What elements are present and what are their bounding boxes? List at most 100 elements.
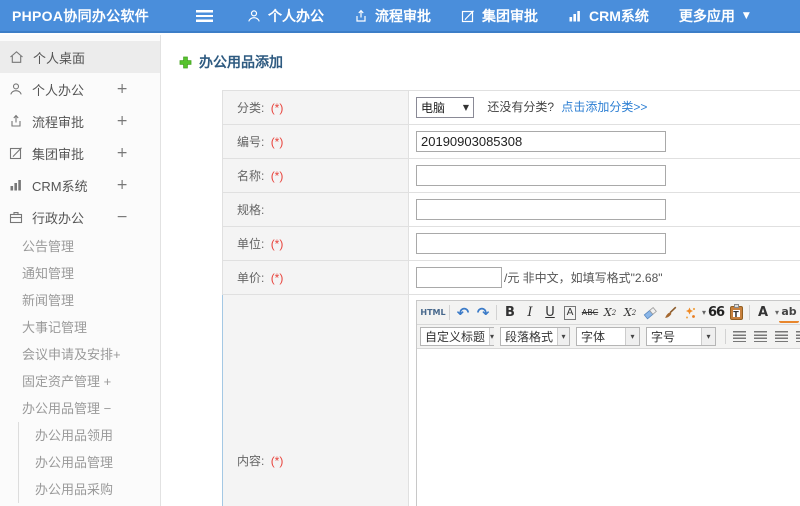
form-row-category: 分类: (*) 电脑 ▼ 还没有分类? 点击添加分类>> [222,90,800,125]
bar-chart-icon [10,180,21,191]
sidebar-item-office-supplies[interactable]: 办公用品管理 − [0,395,160,422]
nav-personal-office[interactable]: 个人办公 [247,6,324,26]
expand-toggle[interactable]: + [116,113,128,129]
field-label: 名称: [237,169,265,183]
toolbar-separator [449,305,450,320]
hamburger-menu-icon[interactable] [196,9,213,22]
chevron-down-icon: ▼ [742,10,750,21]
format-brush-button[interactable] [660,303,680,323]
italic-button[interactable]: I [520,303,540,323]
sidebar-submenu-admin: 公告管理 通知管理 新闻管理 大事记管理 会议申请及安排+ 固定资产管理 + 办… [0,233,160,422]
font-color-button[interactable]: A [753,303,773,323]
sidebar-item-meeting[interactable]: 会议申请及安排+ [0,341,160,368]
sidebar-item-desktop[interactable]: 个人桌面 [0,41,160,73]
sidebar-item-supplies-manage[interactable]: 办公用品管理 [19,449,160,476]
editor-toolbar-row2: 自定义标题 ▾ 段落格式 ▾ 字体 ▾ 字号 ▾ [417,325,800,349]
expand-toggle[interactable]: + [116,81,128,97]
select-value: 字号 [651,330,676,344]
sidebar-item-notice[interactable]: 通知管理 [0,260,160,287]
sidebar-item-label: 集团审批 [32,146,85,162]
remove-format-eraser-button[interactable] [640,303,660,323]
sidebar-item-group-approval[interactable]: 集团审批 + [0,137,160,169]
blockquote-button[interactable]: 66 [706,303,726,323]
required-mark: (*) [270,101,284,115]
select-value: 字体 [581,330,606,344]
underline-button[interactable]: U [540,303,560,323]
toolbar-separator [749,305,751,320]
custom-title-select[interactable]: 自定义标题 ▾ [420,327,495,346]
expand-toggle[interactable]: + [116,177,128,193]
highlight-color-button[interactable]: ab [779,303,800,323]
superscript-button[interactable]: X2 [600,303,620,323]
toolbar-separator [725,329,726,344]
html-source-button[interactable]: HTML [420,303,446,323]
unit-input[interactable] [416,233,666,254]
select-arrow-icon: ▾ [489,328,495,345]
home-icon [10,51,23,63]
sidebar-item-announcement[interactable]: 公告管理 [0,233,160,260]
nav-more-apps[interactable]: 更多应用 ▼ [679,6,750,26]
sidebar-item-label: 行政办公 [32,210,85,226]
subscript-button[interactable]: X2 [620,303,640,323]
workflow-icon [11,114,21,127]
nav-workflow-approval[interactable]: 流程审批 [354,6,431,26]
nav-crm-system[interactable]: CRM系统 [568,6,649,26]
form-row-name: 名称: (*) [222,158,800,193]
align-center-icon[interactable] [754,331,767,342]
sidebar-item-label: CRM系统 [32,178,88,194]
sidebar-item-supplies-claim[interactable]: 办公用品领用 [19,422,160,449]
field-label: 规格: [237,203,265,217]
undo-button[interactable]: ↶ [453,303,473,323]
expand-toggle[interactable]: + [116,145,128,161]
page-title-text: 办公用品添加 [199,54,283,70]
top-header: PHPOA协同办公软件 个人办公 流程审批 集团审批 CRM系统 更多应用 ▼ [0,0,800,33]
required-mark: (*) [270,271,284,285]
sidebar-item-news[interactable]: 新闻管理 [0,287,160,314]
nav-label: 流程审批 [375,7,431,24]
select-value: 段落格式 [505,330,554,344]
add-category-link[interactable]: 点击添加分类>> [561,100,647,114]
paste-plain-text-button[interactable]: T [726,303,746,323]
strikethrough-button[interactable]: ABC [580,303,600,323]
align-justify-icon[interactable] [796,331,800,342]
font-size-select[interactable]: 字号 ▾ [646,327,716,346]
code-input[interactable] [416,131,666,152]
sidebar-item-fixed-assets[interactable]: 固定资产管理 + [0,368,160,395]
sidebar-item-memorabilia[interactable]: 大事记管理 [0,314,160,341]
sidebar-item-supplies-purchase[interactable]: 办公用品采购 [19,476,160,503]
price-input[interactable] [416,267,502,288]
editor-content-area[interactable] [417,349,800,506]
redo-button[interactable]: ↷ [473,303,493,323]
nav-label: CRM系统 [589,7,649,24]
sidebar-item-label: 个人办公 [32,82,85,98]
sidebar-item-label: 流程审批 [32,114,85,130]
paintbrush-icon [665,306,677,318]
name-input[interactable] [416,165,666,186]
app-logo[interactable]: PHPOA协同办公软件 [0,6,178,26]
sidebar: 个人桌面 个人办公 + 流程审批 + 集团审批 + CRM系统 + 行政办公 − [0,35,161,506]
sidebar-item-crm[interactable]: CRM系统 + [0,169,160,201]
bold-button[interactable]: B [500,303,520,323]
sidebar-item-workflow-approval[interactable]: 流程审批 + [0,105,160,137]
paragraph-format-select[interactable]: 段落格式 ▾ [500,327,570,346]
edit-icon [9,147,22,160]
align-right-icon[interactable] [775,331,788,342]
sidebar-item-admin-office[interactable]: 行政办公 − [0,201,160,233]
font-family-select[interactable]: 字体 ▾ [576,327,640,346]
sidebar-item-label: 个人桌面 [33,50,86,66]
spec-input[interactable] [416,199,666,220]
font-border-button[interactable]: A [560,303,580,323]
nav-group-approval[interactable]: 集团审批 [461,6,538,26]
main-content: 办公用品添加 分类: (*) 电脑 ▼ 还没有分类? 点击添加分类>> 编号: … [162,35,800,506]
expand-toggle[interactable]: − [116,209,128,225]
nav-label: 集团审批 [482,7,538,24]
category-select[interactable]: 电脑 ▼ [416,97,474,118]
user-icon [10,83,22,95]
sidebar-item-personal-office[interactable]: 个人办公 + [0,73,160,105]
workflow-icon [356,9,366,22]
align-left-icon[interactable] [733,331,746,342]
toolbar-separator [496,305,497,320]
auto-typeset-button[interactable] [680,303,700,323]
nav-label: 个人办公 [268,7,324,24]
form-row-unit: 单位: (*) [222,226,800,261]
